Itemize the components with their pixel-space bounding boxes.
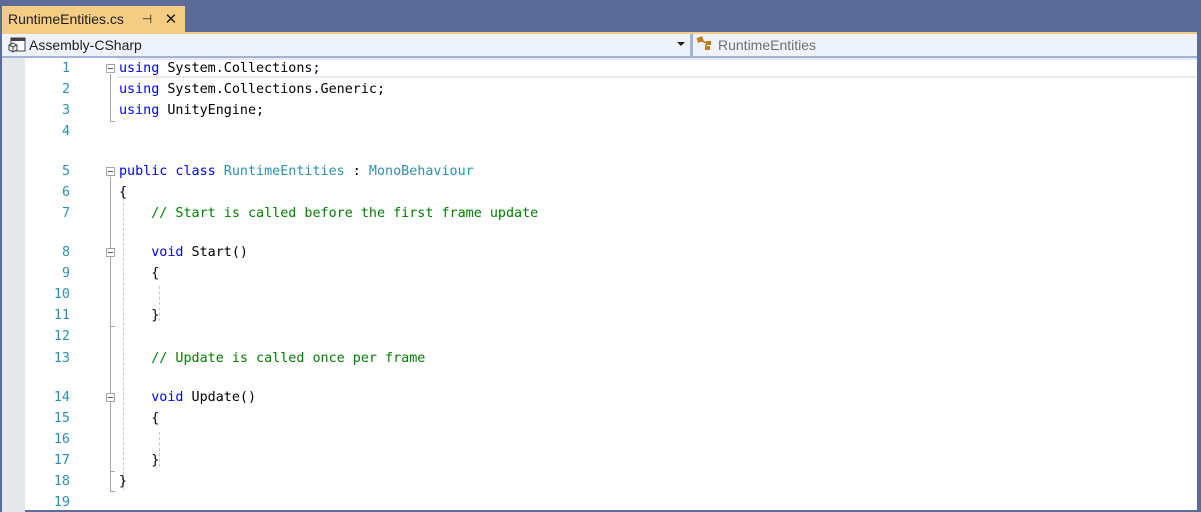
code-line[interactable]: 12 bbox=[2, 326, 1197, 347]
code-line[interactable]: 11 } bbox=[2, 305, 1197, 326]
code-text: } bbox=[119, 471, 127, 492]
code-line[interactable]: 7 // Start is called before the first fr… bbox=[2, 203, 1197, 224]
line-number: 9 bbox=[61, 266, 70, 281]
code-text: { bbox=[119, 263, 159, 284]
code-text: using UnityEngine; bbox=[119, 100, 264, 121]
code-token: Update() bbox=[183, 390, 257, 405]
code-line[interactable]: 17 } bbox=[2, 450, 1197, 471]
project-dropdown[interactable]: Assembly-CSharp bbox=[2, 34, 690, 56]
type-token: MonoBehaviour bbox=[360, 164, 474, 179]
line-number: 12 bbox=[53, 329, 70, 344]
line-number: 10 bbox=[53, 287, 70, 302]
code-line[interactable]: 3 using UnityEngine; bbox=[2, 100, 1197, 121]
code-text: using System.Collections; bbox=[119, 58, 321, 79]
line-number: 7 bbox=[61, 206, 70, 221]
code-text: void Update() bbox=[119, 387, 256, 408]
code-text: using System.Collections.Generic; bbox=[119, 79, 385, 100]
code-line[interactable]: 6{ bbox=[2, 182, 1197, 203]
keyword-token: class bbox=[167, 164, 216, 179]
code-text: } bbox=[119, 305, 159, 326]
keyword-token: void bbox=[151, 245, 184, 260]
line-number: 8 bbox=[61, 245, 70, 260]
type-name: RuntimeEntities bbox=[718, 37, 817, 53]
code-token: } bbox=[119, 453, 160, 468]
line-number: 15 bbox=[53, 411, 70, 426]
type-dropdown[interactable]: RuntimeEntities bbox=[696, 34, 1196, 56]
code-area[interactable]: 1 using System.Collections; 2 using System.… bbox=[2, 58, 1197, 512]
document-tab-strip: RuntimeEntities.cs ⊣ ✕ bbox=[0, 0, 1201, 32]
line-number: 17 bbox=[53, 453, 70, 468]
code-text: { bbox=[119, 408, 159, 429]
code-line[interactable]: 1 using System.Collections; bbox=[2, 58, 1197, 79]
code-token: { bbox=[119, 266, 160, 281]
code-token: System.Collections; bbox=[159, 61, 321, 76]
code-line[interactable]: 19 bbox=[2, 492, 1197, 512]
keyword-token: void bbox=[151, 390, 184, 405]
csharp-project-icon bbox=[7, 37, 27, 53]
code-line[interactable]: 4 bbox=[2, 121, 1197, 142]
line-number: 3 bbox=[61, 103, 70, 118]
line-number: 19 bbox=[53, 495, 70, 510]
code-line[interactable]: 16 bbox=[2, 429, 1197, 450]
close-icon[interactable]: ✕ bbox=[164, 10, 178, 28]
code-line[interactable]: 8 void Start() bbox=[2, 242, 1197, 263]
code-text: // Start is called before the first fram… bbox=[119, 203, 538, 224]
line-number: 6 bbox=[61, 185, 70, 200]
line-number: 11 bbox=[53, 308, 70, 323]
line-number: 13 bbox=[53, 351, 70, 366]
code-line[interactable]: 2 using System.Collections.Generic; bbox=[2, 79, 1197, 100]
code-text: public class RuntimeEntities : MonoBehav… bbox=[119, 161, 474, 182]
line-number: 5 bbox=[61, 164, 70, 179]
code-line[interactable]: 10 bbox=[2, 284, 1197, 305]
code-text: void Start() bbox=[119, 242, 248, 263]
code-editor: Assembly-CSharp RuntimeEntities 1 using … bbox=[2, 32, 1197, 512]
comment-token: // Update is called once per frame bbox=[119, 351, 426, 366]
keyword-token: using bbox=[119, 103, 160, 118]
code-line[interactable]: 13 // Update is called once per frame bbox=[2, 348, 1197, 369]
line-number: 2 bbox=[61, 82, 70, 97]
code-text: { bbox=[119, 182, 127, 203]
code-line[interactable]: 5 public class RuntimeEntities : MonoBeha… bbox=[2, 161, 1197, 182]
line-number: 16 bbox=[53, 432, 70, 447]
code-text: } bbox=[119, 450, 159, 471]
code-token: { bbox=[119, 185, 128, 200]
code-token: } bbox=[119, 474, 128, 489]
code-token: UnityEngine; bbox=[159, 103, 265, 118]
keyword-token: using bbox=[119, 82, 160, 97]
line-number: 18 bbox=[53, 474, 70, 489]
code-line[interactable]: 14 void Update() bbox=[2, 387, 1197, 408]
type-token: RuntimeEntities bbox=[215, 164, 345, 179]
code-token: } bbox=[119, 308, 160, 323]
line-number: 14 bbox=[53, 390, 70, 405]
pin-icon[interactable]: ⊣ bbox=[140, 12, 154, 26]
code-line[interactable]: 9 { bbox=[2, 263, 1197, 284]
tab-title: RuntimeEntities.cs bbox=[8, 11, 124, 27]
keyword-token: using bbox=[119, 61, 160, 76]
code-line[interactable]: 18} bbox=[2, 471, 1197, 492]
project-name: Assembly-CSharp bbox=[29, 37, 142, 53]
code-token: : bbox=[344, 164, 361, 179]
code-text: // Update is called once per frame bbox=[119, 348, 425, 369]
navigation-bar: Assembly-CSharp RuntimeEntities bbox=[2, 34, 1197, 58]
class-icon bbox=[696, 35, 714, 56]
keyword-token: public bbox=[119, 164, 168, 179]
comment-token: // Start is called before the first fram… bbox=[119, 206, 539, 221]
code-token: System.Collections.Generic; bbox=[159, 82, 386, 97]
code-line[interactable]: 15 { bbox=[2, 408, 1197, 429]
navbar-divider bbox=[690, 34, 693, 56]
code-token: { bbox=[119, 411, 160, 426]
line-number: 4 bbox=[61, 124, 70, 139]
chevron-down-icon[interactable] bbox=[677, 42, 685, 46]
line-number: 1 bbox=[61, 61, 70, 76]
tab-runtime-entities[interactable]: RuntimeEntities.cs ⊣ ✕ bbox=[2, 6, 185, 32]
code-token: Start() bbox=[183, 245, 248, 260]
